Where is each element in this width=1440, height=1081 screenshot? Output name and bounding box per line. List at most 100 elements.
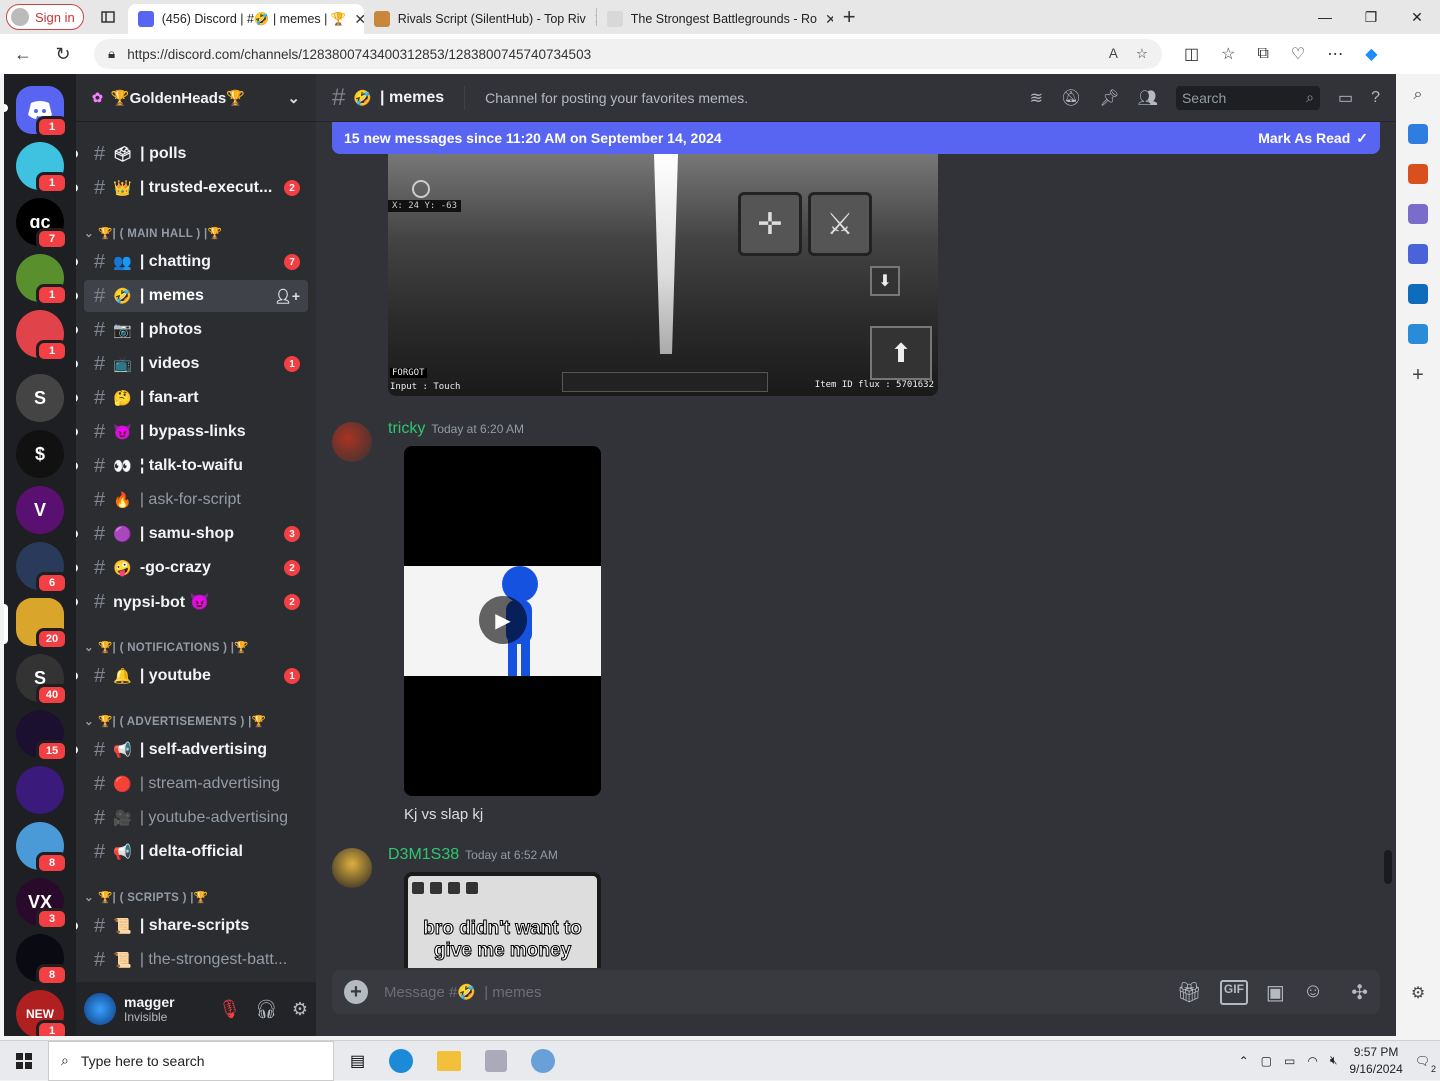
play-icon[interactable]: ▶ (479, 596, 527, 644)
apps-icon[interactable]: ✣ (1351, 980, 1368, 1005)
server-icon[interactable]: 1 (16, 310, 68, 362)
author-name[interactable]: tricky (388, 420, 425, 437)
server-icon[interactable]: 1 (16, 254, 68, 306)
add-sidebar-icon[interactable]: + (1412, 364, 1424, 387)
channel-go-crazy[interactable]: # 🤪 -go-crazy 2 (76, 552, 308, 584)
copilot-icon[interactable]: ◆ (1365, 44, 1377, 64)
tab-strongest-battlegrounds[interactable]: The Strongest Battlegrounds - Ro ✕ (597, 4, 833, 34)
restore-icon[interactable]: ❐ (1348, 9, 1394, 26)
emoji-icon[interactable]: ☺ (1303, 980, 1323, 1005)
favorites-icon[interactable]: ☆ (1221, 44, 1235, 64)
game-screenshot-attachment[interactable]: X: 24 Y: -63 ✛ ⚔ ⬇ ⬆ FORGOT Input : Touc… (388, 154, 938, 396)
avatar[interactable] (332, 848, 372, 888)
channel-ask-for-script[interactable]: # 🔥 | ask-for-script (84, 484, 308, 516)
task-view-icon[interactable]: ▤ (350, 1051, 365, 1071)
inbox-icon[interactable]: ▭ (1338, 88, 1353, 108)
avatar[interactable] (84, 993, 116, 1025)
read-aloud-icon[interactable]: A (1109, 46, 1118, 62)
tab-rivals-script[interactable]: Rivals Script (SilentHub) - Top Riv ✕ (364, 4, 596, 34)
windows-start-icon[interactable] (0, 1052, 48, 1069)
more-menu-icon[interactable]: ⋯ (1327, 44, 1343, 64)
notifications-icon[interactable]: 🗨︎ 2 (1415, 1054, 1436, 1074)
server-icon[interactable]: 8 (16, 934, 68, 986)
channel-talk-to-waifu[interactable]: # 👀 ¦ talk-to-waifu (76, 450, 308, 482)
new-tab-icon[interactable]: + (843, 4, 856, 30)
create-invite-icon[interactable]: 👤︎+ (274, 288, 300, 305)
pinned-messages-icon[interactable]: 📌︎ (1099, 88, 1119, 108)
author-name[interactable]: D3M1S38 (388, 846, 459, 863)
server-icon[interactable]: 15 (16, 710, 68, 762)
minimize-icon[interactable]: — (1302, 9, 1348, 26)
search-input[interactable]: Search ⌕ (1175, 85, 1320, 110)
games-icon[interactable] (1408, 204, 1428, 224)
shopping-icon[interactable] (1408, 124, 1428, 144)
server-icon[interactable]: S (16, 374, 64, 422)
gif-icon[interactable]: GIF (1219, 979, 1248, 1005)
microsoft365-icon[interactable] (1408, 244, 1428, 264)
message-input[interactable]: Message #🤣 | memes (384, 983, 541, 1001)
channel-youtube-advertising[interactable]: # 🎥 | youtube-advertising (84, 802, 308, 834)
server-icon[interactable] (16, 766, 64, 814)
notification-settings-icon[interactable]: 🔕︎ (1061, 88, 1081, 108)
muted-mic-icon[interactable]: 🎙︎ (218, 999, 241, 1020)
file-explorer-icon[interactable] (437, 1050, 462, 1071)
channel-self-advertising[interactable]: # 📢 | self-advertising (76, 734, 308, 766)
taskbar-search-input[interactable]: ⌕ Type here to search (48, 1040, 334, 1081)
app-icon[interactable] (485, 1049, 508, 1072)
channel-stream-advertising[interactable]: # 🔴 | stream-advertising (84, 768, 308, 800)
back-icon[interactable]: ← (6, 37, 40, 71)
channel-trusted-executors[interactable]: # 👑 | trusted-execut... 2 (76, 172, 308, 204)
category-advertisements[interactable]: ⌄ 🏆| ( ADVERTISEMENTS ) |🏆 (84, 714, 266, 728)
server-icon[interactable]: $ (16, 430, 64, 478)
new-messages-bar[interactable]: 15 new messages since 11:20 AM on Septem… (332, 122, 1380, 154)
avatar[interactable] (332, 422, 372, 462)
edge-icon[interactable] (389, 1048, 414, 1073)
channel-topic[interactable]: Channel for posting your favorites memes… (485, 90, 748, 106)
tools-icon[interactable] (1408, 164, 1428, 184)
server-icon[interactable]: VX 3 (16, 878, 68, 930)
store-icon[interactable] (531, 1048, 556, 1073)
server-icon[interactable]: 8 (16, 822, 68, 874)
channel-chatting[interactable]: # 👥 | chatting 7 (76, 246, 308, 278)
discover-new-button[interactable]: NEW 1 (16, 990, 68, 1036)
channel-photos[interactable]: # 📷 | photos (76, 314, 308, 346)
collections-icon[interactable]: ⧉ (1257, 45, 1268, 63)
sticker-icon[interactable]: ▣ (1266, 980, 1285, 1005)
server-icon[interactable]: V (16, 486, 64, 534)
tab-discord[interactable]: (456) Discord | #🤣 | memes | 🏆 ✕ (127, 4, 364, 34)
add-attachment-icon[interactable]: + (344, 980, 368, 1004)
channel-samu-shop[interactable]: # 🟣 | samu-shop 3 (76, 518, 308, 550)
wifi-icon[interactable]: ◠ (1307, 1054, 1317, 1068)
channel-delta-official[interactable]: # 📢 | delta-official (84, 836, 308, 868)
browser-essentials-icon[interactable]: ♡ (1291, 44, 1305, 64)
video-attachment[interactable]: ▶ (404, 446, 601, 796)
discord-home-icon[interactable]: 1 (16, 86, 68, 138)
server-header[interactable]: ✿ 🏆GoldenHeads🏆 ⌄ (76, 74, 316, 122)
server-icon[interactable]: 1 (16, 142, 68, 194)
help-icon[interactable]: ? (1371, 89, 1380, 107)
channel-youtube[interactable]: # 🔔 | youtube 1 (76, 660, 308, 692)
outlook-icon[interactable] (1408, 284, 1428, 304)
channel-the-strongest-battlegrounds[interactable]: # 📜 | the-strongest-batt... (84, 944, 308, 976)
meet-now-icon[interactable]: ▢ (1261, 1054, 1272, 1068)
search-icon[interactable]: ⌕ (1414, 86, 1423, 104)
threads-icon[interactable]: ≋ (1030, 88, 1043, 108)
category-main-hall[interactable]: ⌄ 🏆| ( MAIN HALL ) |🏆 (84, 226, 222, 240)
sign-in-button[interactable]: Sign in (6, 4, 84, 30)
server-icon[interactable]: 6 (16, 542, 68, 594)
server-icon[interactable]: S 40 (16, 654, 68, 706)
user-settings-gear-icon[interactable]: ⚙ (292, 999, 308, 1020)
channel-memes[interactable]: # 🤣 | memes 👤︎+ (76, 280, 308, 312)
tab-actions-icon[interactable] (94, 3, 122, 31)
split-screen-icon[interactable]: ◫ (1184, 44, 1199, 64)
gift-icon[interactable]: 🎁︎ (1177, 980, 1202, 1005)
close-tab-icon[interactable]: ✕ (594, 11, 596, 28)
category-notifications[interactable]: ⌄ 🏆| ( NOTIFICATIONS ) |🏆 (84, 640, 249, 654)
clock[interactable]: 9:57 PM 9/16/2024 (1349, 1044, 1402, 1078)
volume-muted-icon[interactable]: 🔇︎ (1330, 1053, 1338, 1068)
channel-videos[interactable]: # 📺 | videos 1 (76, 348, 308, 380)
image-attachment[interactable]: bro didn't want to give me money (404, 872, 601, 968)
battery-icon[interactable]: ▭ (1284, 1054, 1295, 1068)
member-list-icon[interactable]: 👥︎ (1138, 88, 1158, 108)
close-tab-icon[interactable]: ✕ (825, 11, 833, 28)
